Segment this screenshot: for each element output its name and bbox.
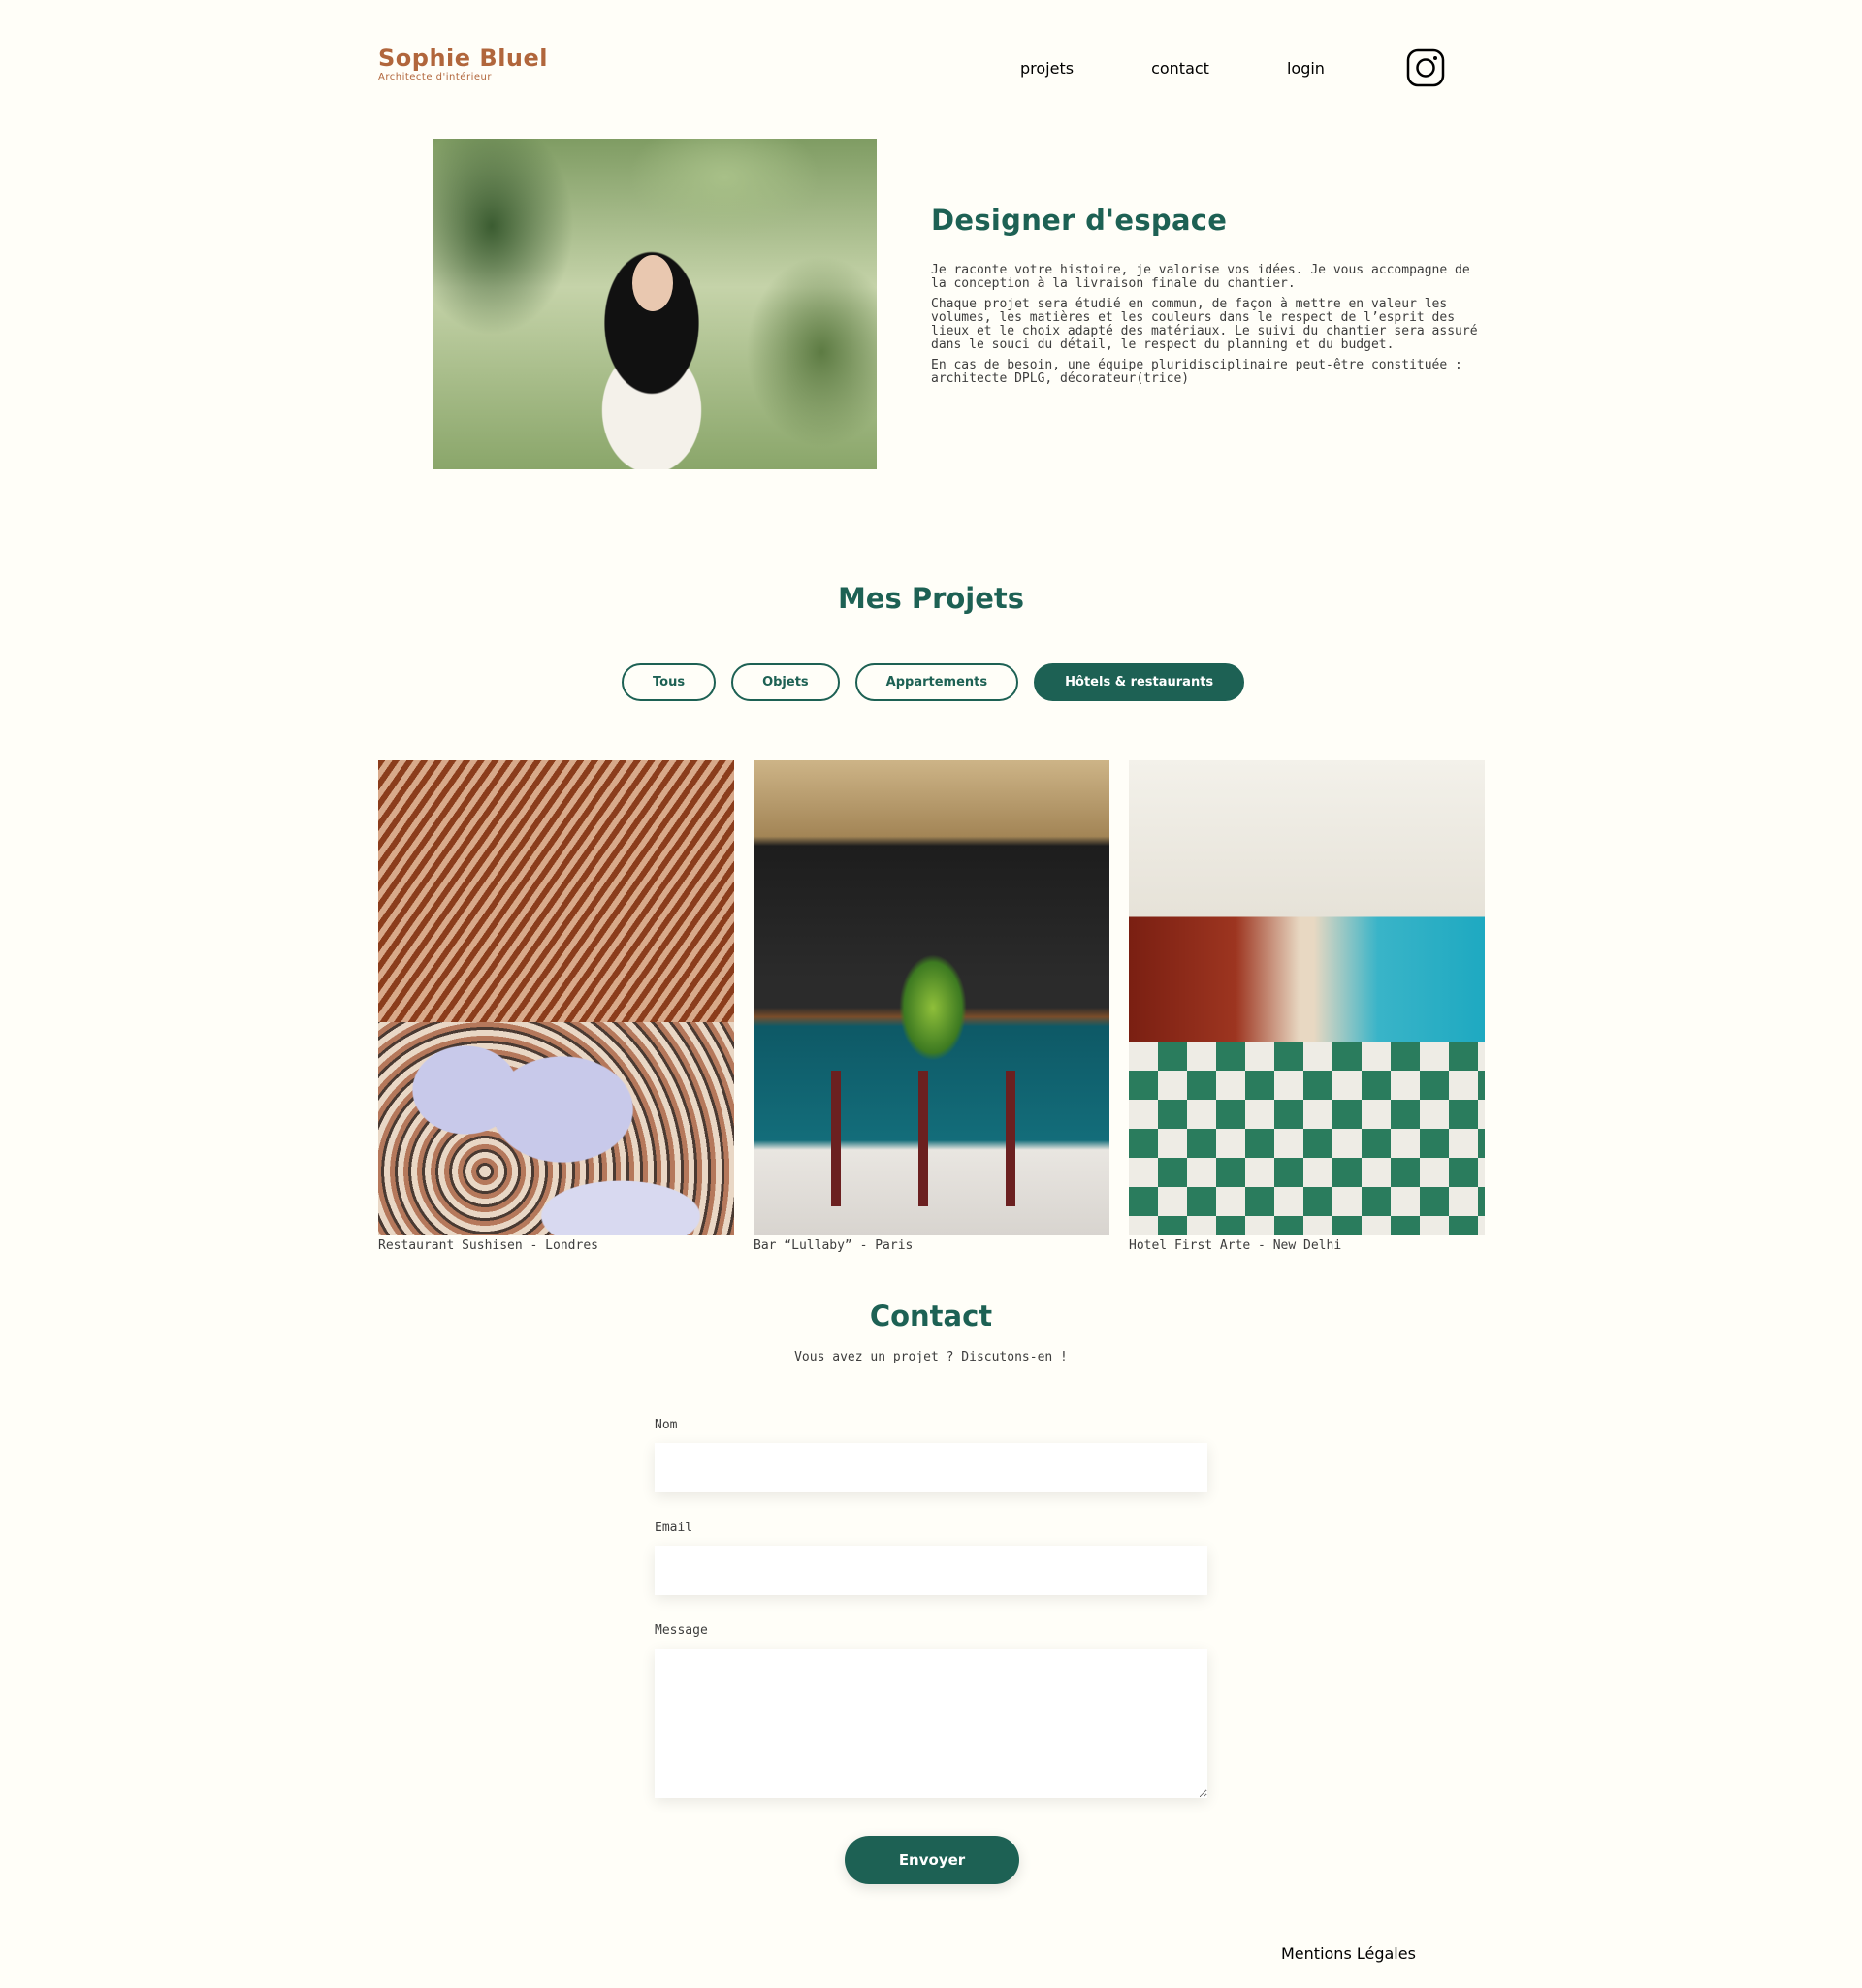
email-label: Email bbox=[655, 1521, 693, 1535]
project-caption: Hotel First Arte - New Delhi bbox=[1129, 1238, 1342, 1253]
intro-section: Designer d'espace Je raconte votre histo… bbox=[931, 204, 1484, 393]
filter-hotels-restaurants-button[interactable]: Hôtels & restaurants bbox=[1034, 663, 1245, 701]
filter-objets-button[interactable]: Objets bbox=[731, 663, 840, 701]
filter-appartements-button[interactable]: Appartements bbox=[854, 663, 1019, 701]
project-image bbox=[378, 760, 734, 1235]
projects-title: Mes Projets bbox=[837, 582, 1025, 615]
contact-title: Contact bbox=[869, 1299, 993, 1332]
logo[interactable]: Sophie Bluel Architecte d'intérieur bbox=[378, 45, 548, 83]
project-card[interactable]: Bar “Lullaby” - Paris bbox=[754, 760, 1109, 1253]
project-image bbox=[1129, 760, 1485, 1235]
project-card[interactable]: Hotel First Arte - New Delhi bbox=[1129, 760, 1485, 1253]
intro-paragraph: Je raconte votre histoire, je valorise v… bbox=[931, 263, 1470, 291]
project-image bbox=[754, 760, 1109, 1235]
filter-tous-button[interactable]: Tous bbox=[622, 663, 717, 701]
project-filters: Tous Objets Appartements Hôtels & restau… bbox=[622, 663, 1260, 701]
architect-portrait-photo bbox=[433, 139, 877, 469]
project-caption: Bar “Lullaby” - Paris bbox=[754, 1238, 914, 1253]
intro-title: Designer d'espace bbox=[931, 204, 1228, 237]
logo-subtitle: Architecte d'intérieur bbox=[378, 72, 492, 82]
nav-link-login[interactable]: login bbox=[1287, 59, 1325, 78]
legal-notice-link[interactable]: Mentions Légales bbox=[1281, 1944, 1416, 1963]
name-label: Nom bbox=[655, 1418, 678, 1432]
intro-paragraph: En cas de besoin, une équipe pluridiscip… bbox=[931, 358, 1462, 386]
site-header: Sophie Bluel Architecte d'intérieur proj… bbox=[378, 45, 1445, 93]
name-field[interactable] bbox=[655, 1443, 1207, 1492]
nav-link-contact[interactable]: contact bbox=[1151, 59, 1209, 78]
instagram-icon[interactable] bbox=[1406, 48, 1445, 87]
logo-title: Sophie Bluel bbox=[378, 45, 549, 72]
intro-paragraph: Chaque projet sera étudié en commun, de … bbox=[931, 297, 1478, 352]
email-field[interactable] bbox=[655, 1546, 1207, 1595]
project-caption: Restaurant Sushisen - Londres bbox=[378, 1238, 598, 1253]
message-field[interactable] bbox=[655, 1649, 1207, 1798]
send-button[interactable]: Envoyer bbox=[845, 1836, 1019, 1884]
message-label: Message bbox=[655, 1623, 708, 1638]
contact-form: Nom Email Message bbox=[655, 1418, 1207, 1802]
nav-link-projets[interactable]: projets bbox=[1020, 59, 1074, 78]
project-gallery: Restaurant Sushisen - Londres Bar “Lulla… bbox=[378, 760, 1504, 1253]
main-nav: projets contact login bbox=[1020, 59, 1402, 78]
project-card[interactable]: Restaurant Sushisen - Londres bbox=[378, 760, 734, 1253]
contact-subtitle: Vous avez un projet ? Discutons-en ! bbox=[794, 1350, 1068, 1364]
